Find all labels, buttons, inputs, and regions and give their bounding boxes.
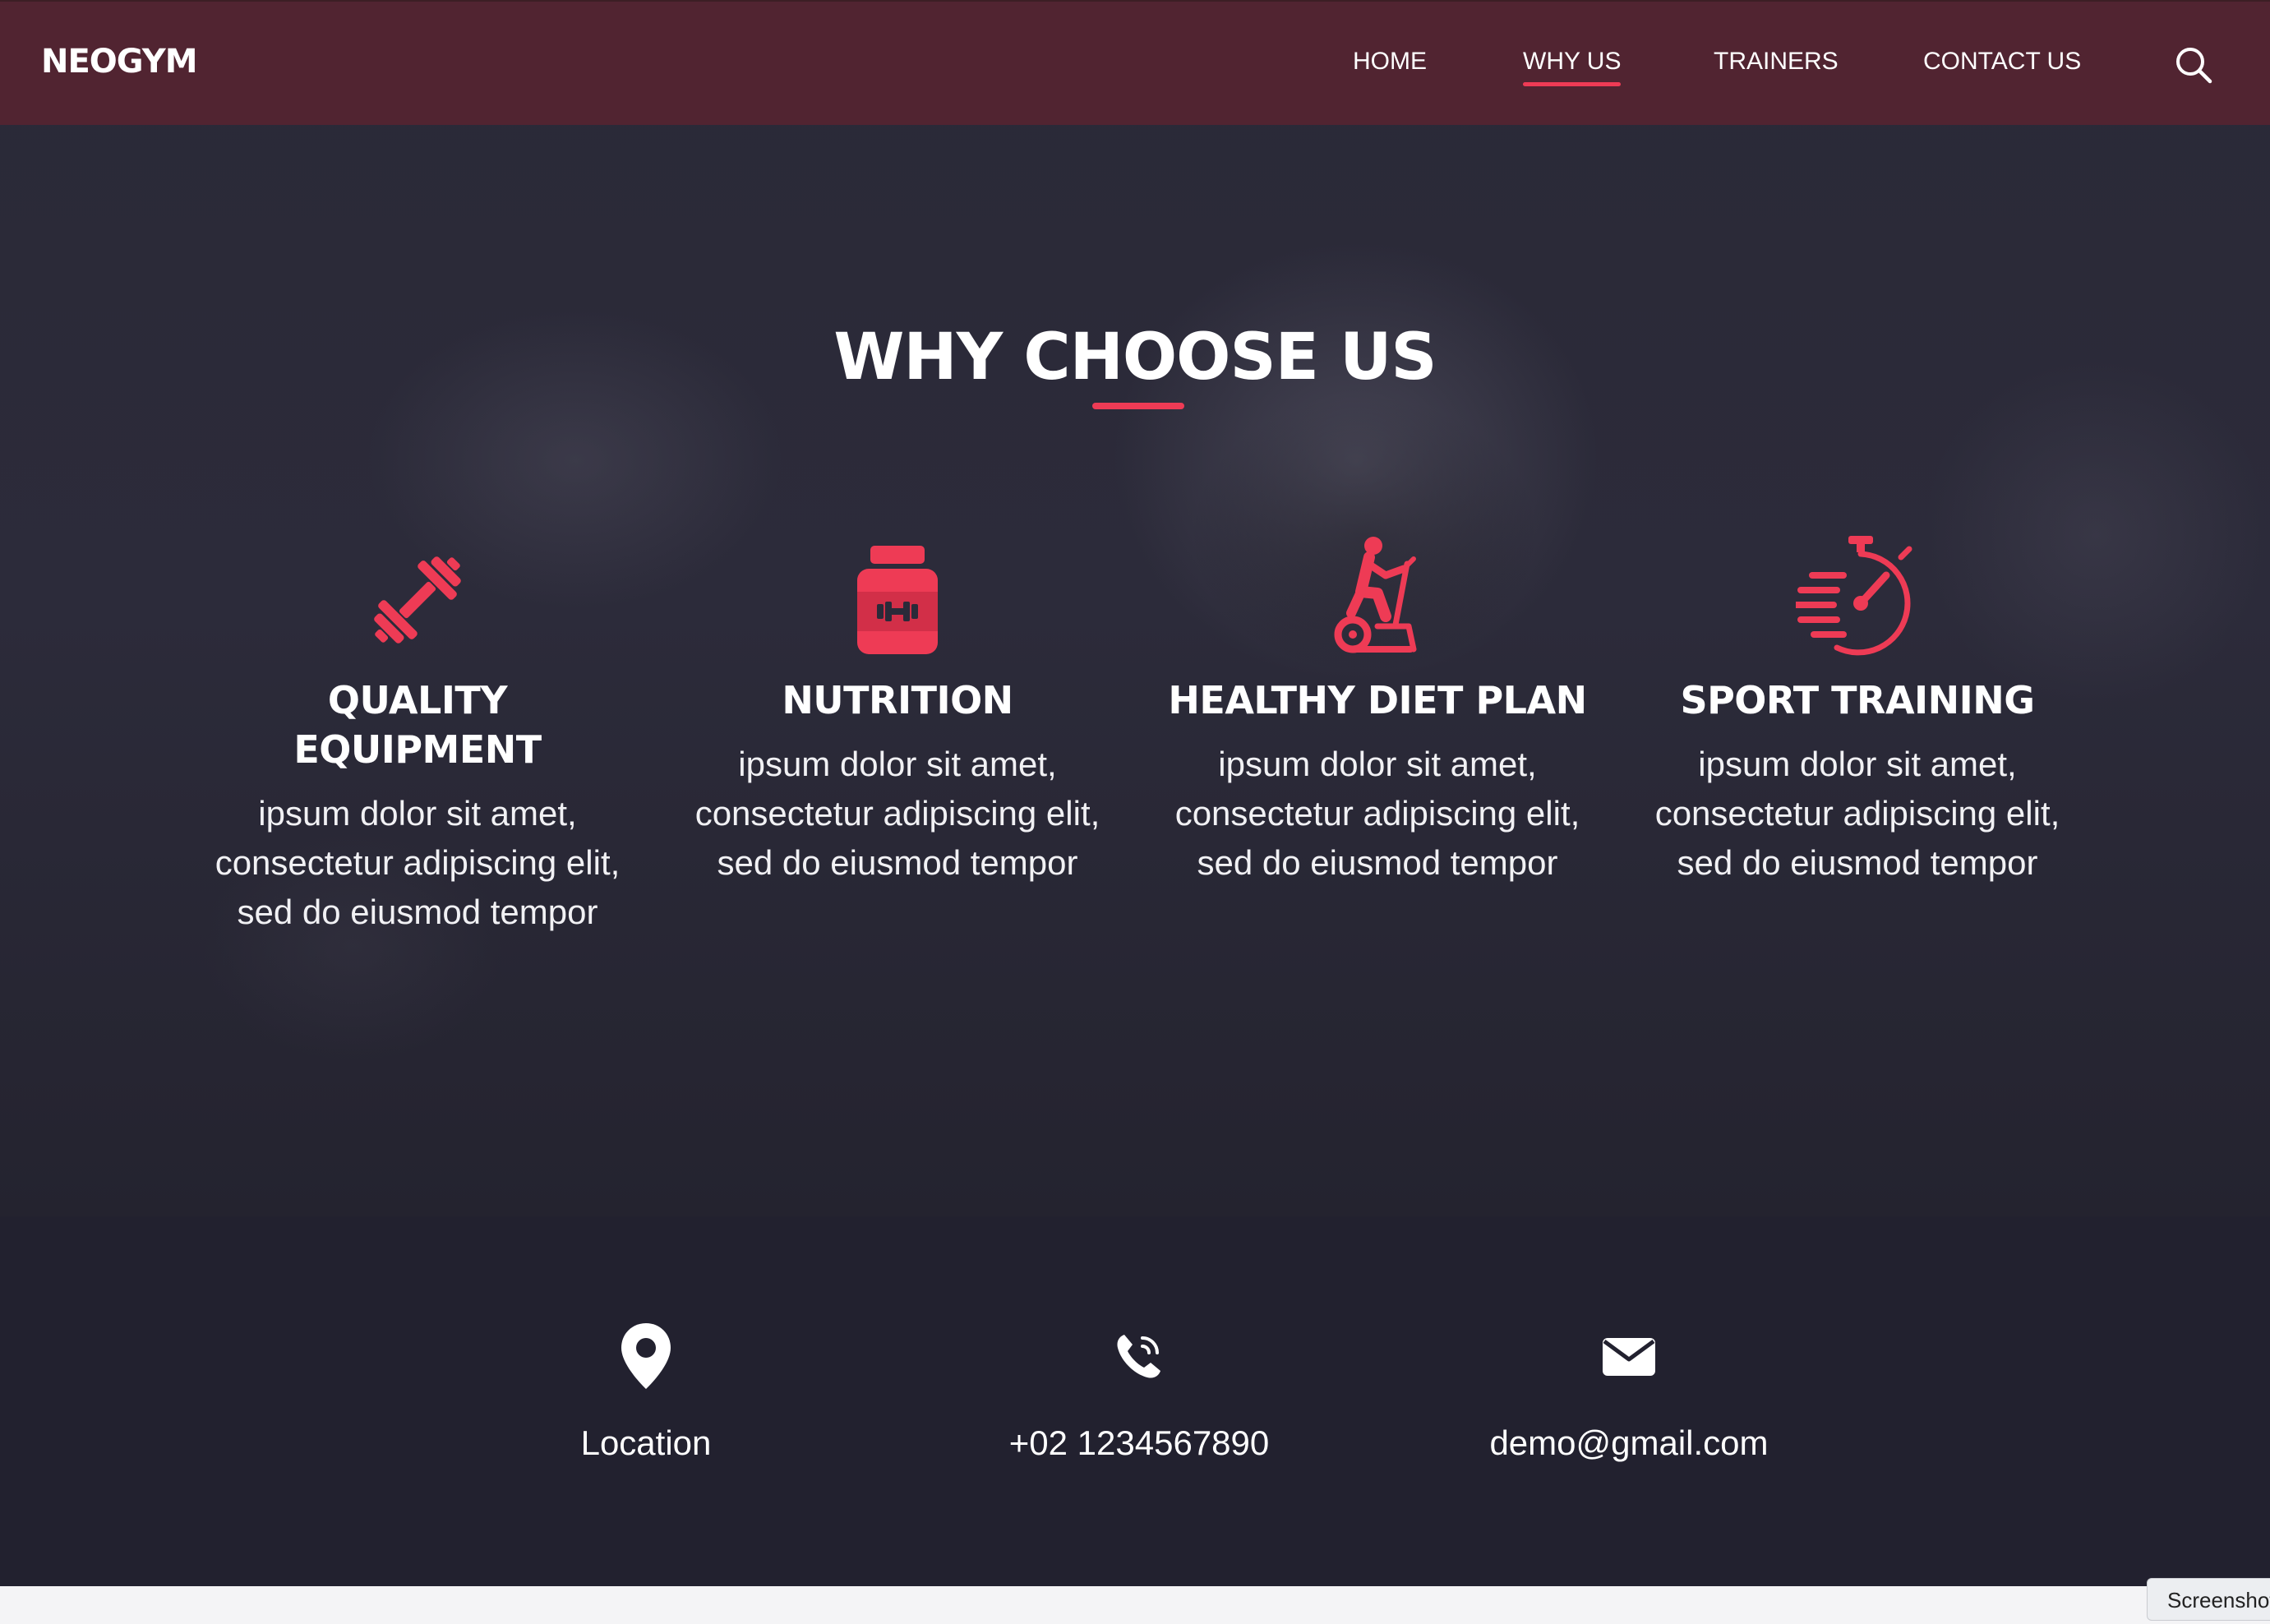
search-button[interactable] xyxy=(2175,46,2212,84)
phone-icon xyxy=(925,1315,1353,1397)
page-bottom-strip xyxy=(0,1586,2270,1624)
elliptical-trainer-icon xyxy=(1164,526,1591,657)
feature-title: HEALTHY DIET PLAN xyxy=(1168,678,1587,722)
search-icon xyxy=(2176,48,2212,84)
feature-text: ipsum dolor sit amet, consectetur adipis… xyxy=(1654,745,2060,882)
feature-quality-equipment: QUALITY EQUIPMENT ipsum dolor sit amet, … xyxy=(204,526,631,937)
screenshot-tag[interactable]: Screenshot xyxy=(2147,1578,2270,1621)
feature-text: ipsum dolor sit amet, consectetur adipis… xyxy=(1174,745,1580,882)
contact-phone[interactable]: +02 1234567890 xyxy=(925,1315,1353,1466)
contact-location[interactable]: Location xyxy=(432,1315,860,1466)
feature-title: QUALITY EQUIPMENT xyxy=(293,678,542,772)
stopwatch-icon xyxy=(1644,526,2071,657)
nav-contact-us[interactable]: CONTACT US xyxy=(1923,48,2081,76)
feature-healthy-diet-plan: HEALTHY DIET PLAN ipsum dolor sit amet, … xyxy=(1164,526,1591,888)
email-text: demo@gmail.com xyxy=(1489,1423,1769,1462)
feature-title: SPORT TRAINING xyxy=(1680,678,2035,722)
feature-title: NUTRITION xyxy=(782,678,1013,722)
map-pin-icon xyxy=(432,1315,860,1397)
section-title: WHY CHOOSE US xyxy=(833,321,1437,394)
feature-text: ipsum dolor sit amet, consectetur adipis… xyxy=(694,745,1100,882)
barbell-icon xyxy=(204,526,631,657)
nav-home[interactable]: HOME xyxy=(1353,48,1427,76)
site-header: NEOGYM HOME WHY US TRAINERS CONTACT US xyxy=(0,0,2270,125)
title-underline xyxy=(1092,403,1184,409)
location-text: Location xyxy=(580,1423,712,1462)
envelope-icon xyxy=(1415,1315,1843,1397)
contact-email[interactable]: demo@gmail.com xyxy=(1415,1315,1843,1466)
phone-text: +02 1234567890 xyxy=(1008,1423,1270,1462)
supplement-jar-icon xyxy=(684,526,1111,657)
brand-logo[interactable]: NEOGYM xyxy=(41,43,198,81)
feature-sport-training: SPORT TRAINING ipsum dolor sit amet, con… xyxy=(1644,526,2071,888)
nav-why-us[interactable]: WHY US xyxy=(1523,48,1622,86)
feature-text: ipsum dolor sit amet, consectetur adipis… xyxy=(215,794,621,931)
feature-nutrition: NUTRITION ipsum dolor sit amet, consecte… xyxy=(684,526,1111,888)
nav-trainers[interactable]: TRAINERS xyxy=(1714,48,1839,76)
